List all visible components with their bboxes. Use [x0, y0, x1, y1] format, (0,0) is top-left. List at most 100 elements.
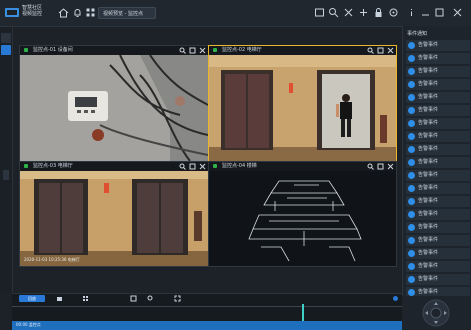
event-item[interactable]: 告警事件 [406, 235, 470, 246]
event-item[interactable]: 告警事件 [406, 131, 470, 142]
event-item[interactable]: 告警事件 [406, 105, 470, 116]
pane-3-header: 监控点-03 电梯厅 [20, 162, 208, 171]
close-icon[interactable] [199, 47, 206, 54]
tab-preview[interactable]: 视频预览 - 监控点 [98, 7, 156, 19]
pane-4-title: 监控点-04 楼梯 [222, 163, 257, 169]
search-icon[interactable] [328, 7, 339, 18]
camera-icon[interactable] [56, 295, 63, 302]
alert-icon [408, 133, 415, 140]
collapse-handle[interactable] [3, 170, 9, 180]
fullscreen-icon[interactable] [174, 295, 181, 302]
video-pane-1[interactable]: 监控点-01 设备间 [19, 45, 209, 162]
alert-icon [408, 185, 415, 192]
maximize-icon[interactable] [434, 7, 445, 18]
online-indicator [24, 164, 28, 168]
playback-timeline: 回放 00:00 监控点 [12, 293, 402, 330]
timeline-scale [12, 306, 402, 307]
alert-icon [408, 211, 415, 218]
alert-icon [408, 107, 415, 114]
online-indicator [213, 164, 217, 168]
alert-icon [408, 263, 415, 270]
event-item[interactable]: 告警事件 [406, 53, 470, 64]
event-item[interactable]: 告警事件 [406, 66, 470, 77]
add-icon[interactable] [358, 7, 369, 18]
minimize-icon[interactable] [420, 7, 431, 18]
video-pane-4[interactable]: 监控点-04 楼梯 [208, 161, 397, 267]
event-item[interactable]: 告警事件 [406, 170, 470, 181]
search-icon[interactable] [147, 295, 154, 302]
window-icon[interactable] [189, 163, 196, 170]
lock-icon[interactable] [373, 7, 384, 18]
window-icon[interactable] [377, 47, 384, 54]
grid-icon[interactable] [82, 295, 89, 302]
pane-1-title: 监控点-01 设备间 [33, 47, 73, 53]
pane-4-header: 监控点-04 楼梯 [209, 162, 396, 171]
event-item[interactable]: 告警事件 [406, 248, 470, 259]
alert-icon [408, 42, 415, 49]
pane-3-title: 监控点-03 电梯厅 [33, 163, 73, 169]
window-icon[interactable] [314, 7, 325, 18]
window-icon[interactable] [189, 47, 196, 54]
grid-icon[interactable] [85, 7, 96, 18]
ptz-joystick-icon[interactable] [414, 298, 458, 328]
window-icon[interactable] [130, 295, 137, 302]
video-pane-2[interactable]: 监控点-02 电梯厅 [208, 45, 397, 162]
track-label: 00:00 监控点 [16, 322, 41, 327]
event-item[interactable]: 告警事件 [406, 261, 470, 272]
app-title: 智慧社区 视频监控 [22, 5, 43, 17]
alert-icon [408, 276, 415, 283]
pane-2-title: 监控点-02 电梯厅 [222, 47, 262, 53]
pane-2-header: 监控点-02 电梯厅 [209, 46, 396, 55]
alert-icon [408, 237, 415, 244]
alert-icon [408, 224, 415, 231]
alert-icon [408, 250, 415, 257]
video-pane-3[interactable]: 监控点-03 电梯厅 2020-11-03 10:25:36 电梯厅 [19, 161, 209, 267]
event-item[interactable]: 告警事件 [406, 157, 470, 168]
rail-button-1[interactable] [1, 33, 11, 43]
home-icon[interactable] [58, 7, 69, 18]
camera-feed-equipment-room [20, 55, 208, 161]
alert-icon [408, 68, 415, 75]
close-window-icon[interactable] [452, 7, 463, 18]
pane-3-caption: 2020-11-03 10:25:36 电梯厅 [24, 257, 80, 262]
search-icon[interactable] [367, 163, 374, 170]
rail-button-2[interactable] [1, 45, 11, 55]
search-icon[interactable] [179, 47, 186, 54]
playback-button[interactable]: 回放 [19, 295, 45, 302]
online-indicator [213, 48, 217, 52]
pane-1-header: 监控点-01 设备间 [20, 46, 208, 55]
event-item[interactable]: 告警事件 [406, 183, 470, 194]
event-item[interactable]: 告警事件 [406, 209, 470, 220]
bell-icon[interactable] [72, 7, 83, 18]
alert-icon [408, 172, 415, 179]
settings-icon[interactable] [392, 295, 399, 302]
close-icon[interactable] [387, 47, 394, 54]
event-item[interactable]: 告警事件 [406, 274, 470, 285]
alert-icon [408, 146, 415, 153]
search-icon[interactable] [367, 47, 374, 54]
event-item[interactable]: 告警事件 [406, 196, 470, 207]
close-icon[interactable] [343, 7, 354, 18]
event-item[interactable]: 告警事件 [406, 222, 470, 233]
close-icon[interactable] [199, 163, 206, 170]
window-icon[interactable] [377, 163, 384, 170]
logo-icon [5, 8, 19, 17]
event-panel: 事件通知 告警事件 告警事件 告警事件 告警事件 告警事件 告警事件 告警事件 … [402, 26, 471, 298]
alert-icon [408, 198, 415, 205]
top-bar: 智慧社区 视频监控 视频预览 - 监控点 [0, 0, 471, 27]
event-item[interactable]: 告警事件 [406, 40, 470, 51]
left-rail [0, 27, 13, 292]
event-item[interactable]: 告警事件 [406, 144, 470, 155]
event-item[interactable]: 告警事件 [406, 92, 470, 103]
playhead[interactable] [302, 304, 304, 321]
close-icon[interactable] [387, 163, 394, 170]
camera-feed-stairwell-night [209, 171, 396, 266]
event-panel-title: 事件通知 [407, 31, 428, 37]
alert-icon [408, 81, 415, 88]
event-item[interactable]: 告警事件 [406, 79, 470, 90]
info-icon[interactable] [406, 7, 417, 18]
settings-icon[interactable] [388, 7, 399, 18]
alert-icon [408, 289, 415, 296]
search-icon[interactable] [179, 163, 186, 170]
event-item[interactable]: 告警事件 [406, 118, 470, 129]
